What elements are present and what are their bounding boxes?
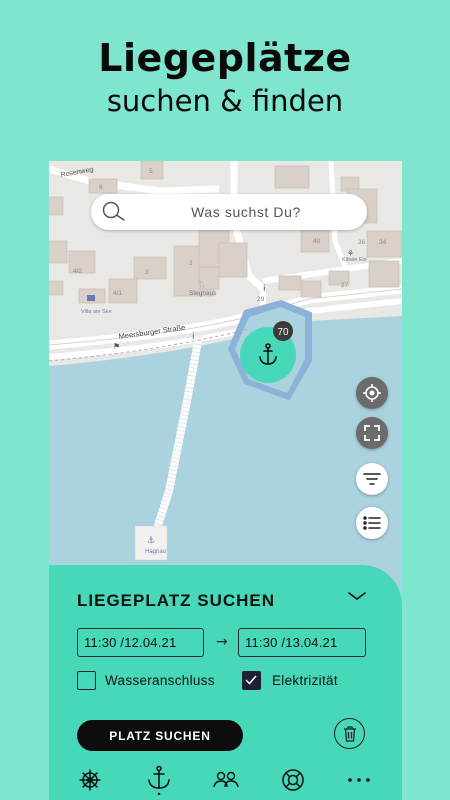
fullscreen-icon	[364, 425, 380, 441]
list-button[interactable]	[356, 507, 388, 539]
house-number: 3	[145, 269, 149, 276]
hotel-icon	[87, 295, 95, 301]
icecream-icon: ⚘	[347, 249, 354, 258]
helm-icon	[79, 769, 101, 791]
search-bar[interactable]	[91, 194, 367, 230]
search-input[interactable]	[91, 204, 367, 220]
end-datetime-field[interactable]: 11:30 /13.04.21	[238, 628, 366, 657]
nav-helm[interactable]	[75, 765, 105, 795]
electricity-label: Elektrizität	[272, 673, 338, 688]
restaurant-icon: 🍴	[197, 279, 207, 289]
parking-icon: ⚑	[113, 342, 120, 351]
crosshair-icon	[363, 384, 381, 402]
list-icon	[363, 516, 381, 530]
nav-more[interactable]	[344, 765, 374, 795]
house-number: 29	[257, 296, 265, 303]
house-number: 2	[189, 260, 193, 267]
house-number: 34	[379, 239, 387, 246]
ferry-anchor-icon: ⚓	[147, 536, 155, 546]
lifebuoy-icon	[282, 769, 304, 791]
marina-count: 70	[277, 327, 289, 338]
house-number: 40	[313, 238, 321, 245]
headline-line-2: suchen & finden	[106, 84, 344, 118]
search-icon	[102, 201, 125, 221]
info-icon: i	[192, 332, 195, 342]
house-number: 5	[149, 168, 153, 175]
house-number: 27	[341, 282, 349, 289]
house-number: 4/2	[73, 268, 82, 275]
trash-icon	[343, 725, 356, 742]
clear-button[interactable]	[334, 718, 365, 749]
chevron-down-icon[interactable]	[347, 589, 367, 603]
filter-button[interactable]	[356, 463, 388, 495]
checkmark-icon	[245, 675, 257, 685]
more-icon	[348, 778, 370, 782]
locate-button[interactable]	[356, 377, 388, 409]
bottom-navigation	[49, 763, 402, 800]
app-screen: 70 Rosenweg Meersburger Straße 5 6 2 4/2…	[49, 161, 402, 800]
poi-kibele: Kibele Eis	[342, 257, 367, 263]
fullscreen-button[interactable]	[356, 417, 388, 449]
poi-steghaus: Steghaus	[189, 290, 217, 297]
anchor-icon	[148, 765, 170, 795]
house-number: 4/1	[113, 290, 122, 297]
poi-villa: Villa am See	[81, 309, 112, 315]
filter-icon	[363, 473, 381, 485]
electricity-checkbox[interactable]	[242, 671, 261, 690]
search-spot-button[interactable]: PLATZ SUCHEN	[77, 720, 243, 751]
headline-line-1: Liegeplätze	[98, 36, 352, 80]
info-icon: i	[263, 284, 266, 294]
people-icon	[213, 771, 239, 788]
water-label: Wasseranschluss	[105, 673, 215, 688]
search-sheet: LIEGEPLATZ SUCHEN 11:30 /12.04.21 → 11:3…	[49, 565, 402, 800]
house-number: 6	[99, 184, 103, 191]
range-arrow: →	[216, 634, 228, 650]
start-datetime-field[interactable]: 11:30 /12.04.21	[77, 628, 204, 657]
nav-anchor[interactable]	[144, 765, 174, 795]
sheet-title: LIEGEPLATZ SUCHEN	[77, 591, 276, 610]
water-checkbox[interactable]	[77, 671, 96, 690]
house-number: 36	[358, 239, 366, 246]
poi-hagnau: Hagnau	[145, 549, 166, 555]
nav-safety[interactable]	[278, 765, 308, 795]
nav-community[interactable]	[211, 765, 241, 795]
